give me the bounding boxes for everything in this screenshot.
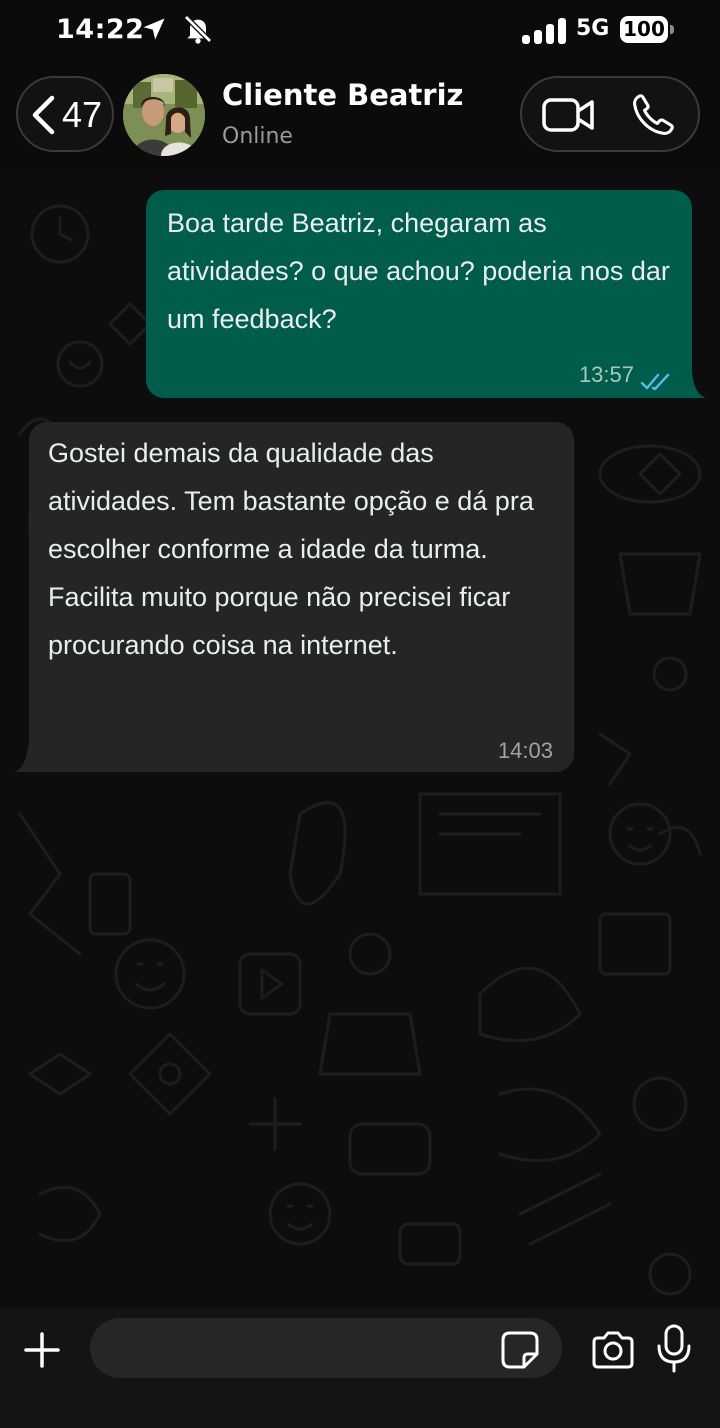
- message-text: Boa tarde Beatriz, chegaram as atividade…: [167, 208, 670, 334]
- sticker-icon[interactable]: [500, 1330, 540, 1370]
- video-call-icon[interactable]: [542, 96, 594, 134]
- chevron-left-icon: [32, 95, 55, 135]
- chat-messages[interactable]: Boa tarde Beatriz, chegaram as atividade…: [0, 174, 720, 1308]
- message-input[interactable]: [90, 1318, 562, 1378]
- call-actions: [520, 76, 700, 152]
- message-text: Gostei demais da qualidade das atividade…: [48, 438, 534, 660]
- bell-muted-icon: [184, 15, 212, 44]
- signal-bars-icon: [522, 18, 566, 44]
- bubble-tail: [682, 372, 706, 398]
- chat-header: 47 Cliente Beatriz Online: [0, 62, 720, 174]
- avatar-photo: [123, 74, 205, 156]
- double-check-read-icon: [640, 373, 670, 391]
- camera-icon[interactable]: [590, 1330, 636, 1370]
- phone-call-icon[interactable]: [630, 92, 676, 138]
- message-bubble-incoming[interactable]: Gostei demais da qualidade das atividade…: [29, 422, 574, 772]
- avatar[interactable]: [123, 74, 205, 156]
- battery-level: 100: [623, 17, 665, 41]
- contact-name[interactable]: Cliente Beatriz: [222, 78, 463, 112]
- message-time: 13:57: [578, 362, 634, 387]
- microphone-icon[interactable]: [656, 1324, 692, 1374]
- message-time: 14:03: [497, 738, 553, 763]
- composer-bar: [0, 1308, 720, 1428]
- location-arrow-icon: [143, 18, 165, 40]
- plus-icon[interactable]: [22, 1330, 62, 1370]
- bubble-tail: [14, 746, 38, 772]
- battery-icon: 100: [620, 16, 674, 44]
- network-type: 5G: [576, 16, 610, 41]
- message-bubble-outgoing[interactable]: Boa tarde Beatriz, chegaram as atividade…: [146, 190, 692, 398]
- unread-count: 47: [62, 94, 103, 135]
- contact-status: Online: [222, 124, 293, 149]
- back-button[interactable]: 47: [16, 76, 114, 152]
- status-bar: 14:22 5G 100: [0, 0, 720, 62]
- status-time: 14:22: [56, 14, 145, 45]
